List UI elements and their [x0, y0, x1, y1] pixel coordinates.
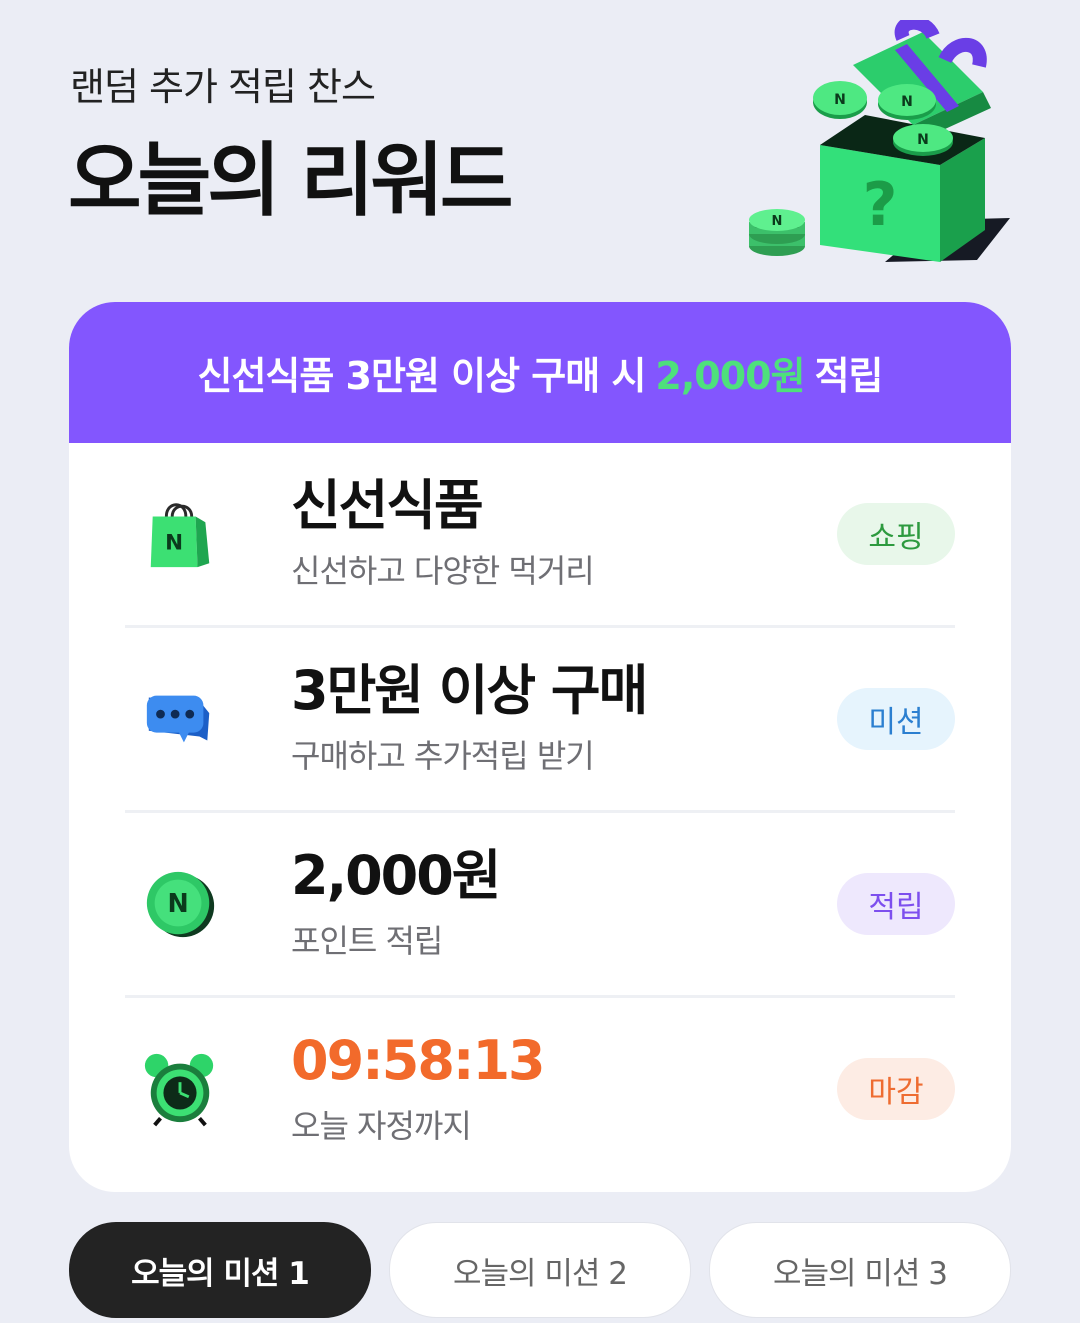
banner-prefix: 신선식품 3만원 이상 구매 시	[197, 354, 646, 398]
row-description: 오늘 자정까지	[291, 1107, 472, 1145]
reward-banner: 신선식품 3만원 이상 구매 시 2,000원 적립	[69, 302, 1011, 443]
row-description: 신선하고 다양한 먹거리	[291, 552, 595, 590]
status-badge: 적립	[837, 873, 955, 935]
row-title: 3만원 이상 구매	[291, 659, 648, 722]
list-item-category[interactable]: N 신선식품 신선하고 다양한 먹거리 쇼핑	[125, 443, 955, 628]
mission-tabs: 오늘의 미션 1 오늘의 미션 2 오늘의 미션 3	[69, 1222, 1011, 1318]
header-subtitle: 랜덤 추가 적립 찬스	[70, 65, 376, 109]
tab-mission-3[interactable]: 오늘의 미션 3	[709, 1222, 1011, 1318]
coin-icon: N	[146, 871, 215, 938]
tab-mission-1[interactable]: 오늘의 미션 1	[69, 1222, 371, 1318]
list-item-reward[interactable]: N 2,000원 포인트 적립 적립	[125, 813, 955, 998]
svg-text:N: N	[917, 132, 929, 148]
alarm-clock-icon	[144, 1053, 214, 1127]
reward-card: 신선식품 3만원 이상 구매 시 2,000원 적립 N 신선식품 신선하고 다…	[69, 302, 1011, 1192]
row-title: 2,000원	[291, 844, 502, 907]
banner-amount: 2,000원	[655, 354, 805, 398]
gift-box-icon: N ? N N N	[749, 20, 1010, 262]
countdown-timer: 09:58:13	[291, 1029, 546, 1092]
shopping-bag-icon: N	[150, 503, 210, 568]
svg-text:N: N	[901, 94, 913, 110]
svg-text:?: ?	[863, 170, 898, 240]
tab-mission-2[interactable]: 오늘의 미션 2	[389, 1222, 691, 1318]
page-title: 오늘의 리워드	[68, 134, 513, 227]
row-title: 신선식품	[291, 474, 484, 537]
svg-text:N: N	[834, 92, 846, 108]
banner-suffix: 적립	[814, 354, 884, 398]
svg-text:N: N	[167, 888, 188, 918]
status-badge: 미션	[837, 688, 955, 750]
svg-text:N: N	[165, 531, 183, 556]
list-item-mission[interactable]: 3만원 이상 구매 구매하고 추가적립 받기 미션	[125, 628, 955, 813]
row-description: 포인트 적립	[291, 922, 443, 960]
status-badge: 마감	[837, 1058, 955, 1120]
svg-text:N: N	[772, 214, 783, 229]
status-badge: 쇼핑	[837, 503, 955, 565]
chat-bubble-icon	[146, 695, 210, 743]
row-description: 구매하고 추가적립 받기	[291, 737, 595, 775]
list-item-deadline[interactable]: 09:58:13 오늘 자정까지 마감	[125, 998, 955, 1180]
